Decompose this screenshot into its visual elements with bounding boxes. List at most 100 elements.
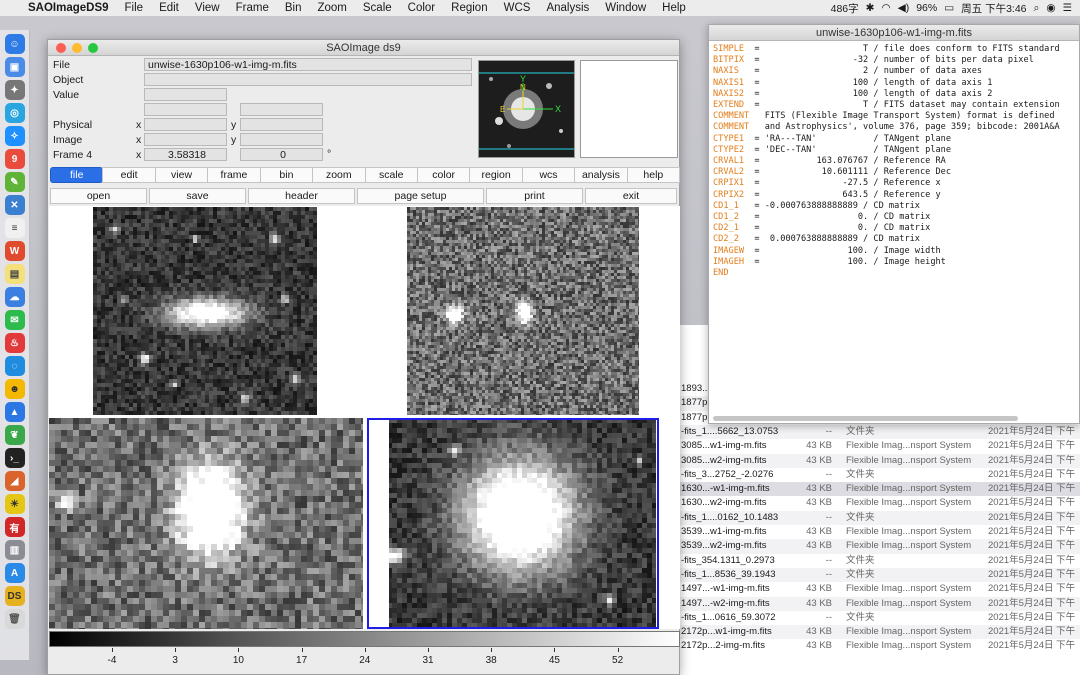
list-item[interactable]: -fits_1...0616_59.3072 -- 文件夹 2021年5月24日 下午 <box>680 611 1080 625</box>
evernote-icon[interactable]: ✎ <box>4 172 25 192</box>
xmind-icon[interactable]: ✕ <box>4 195 25 215</box>
menu-scale[interactable]: Scale <box>355 2 400 14</box>
menu-bin[interactable]: Bin <box>277 2 310 14</box>
safari-icon[interactable]: ✧ <box>4 126 25 146</box>
color-button[interactable]: color <box>416 167 471 183</box>
list-item[interactable]: 1497...-w1-img-m.fits 43 KB Flexible Imag.… <box>680 582 1080 596</box>
print-button[interactable]: print <box>486 188 583 204</box>
list-item[interactable]: 3539...w1-img-m.fits 43 KB Flexible Imag..… <box>680 525 1080 539</box>
menu-wcs[interactable]: WCS <box>496 2 539 14</box>
exit-button[interactable]: exit <box>585 188 677 204</box>
scanner-icon[interactable]: ▥ <box>4 540 25 560</box>
wechat-icon[interactable]: ✉ <box>4 310 25 330</box>
frame-4[interactable] <box>367 418 659 629</box>
frame-3[interactable] <box>49 418 363 629</box>
frame-2[interactable] <box>407 207 639 415</box>
cat-app-icon[interactable]: ☻ <box>4 379 25 399</box>
notes-icon[interactable]: ▤ <box>4 264 25 284</box>
battery-icon[interactable]: ▭ <box>944 2 954 14</box>
matlab-icon[interactable]: ◢ <box>4 471 25 491</box>
menu-color[interactable]: Color <box>400 2 443 14</box>
menu-region[interactable]: Region <box>443 2 495 14</box>
file-kind: Flexible Imag...nsport System <box>846 440 972 452</box>
close-button[interactable] <box>56 43 66 53</box>
list-item[interactable]: 3085...w1-img-m.fits 43 KB Flexible Imag..… <box>680 439 1080 453</box>
bluetooth-icon[interactable]: ✱ <box>866 2 875 14</box>
battery-level[interactable]: 96% <box>916 2 937 14</box>
header-value: = T / FITS dataset may contain extension <box>754 100 1060 111</box>
control-center-icon[interactable]: ☰ <box>1063 2 1072 14</box>
list-item[interactable]: -fits_3...2752_-2.0276 -- 文件夹 2021年5月24日 下午 <box>680 468 1080 482</box>
help-button[interactable]: help <box>626 167 681 183</box>
list-item[interactable]: 1497...-w2-img-m.fits 43 KB Flexible Imag.… <box>680 596 1080 611</box>
analysis-button[interactable]: analysis <box>574 167 628 183</box>
youdao-icon[interactable]: 有 <box>4 517 25 537</box>
zoom-window-button[interactable] <box>88 43 98 53</box>
menu-frame[interactable]: Frame <box>228 2 277 14</box>
list-item[interactable]: 1630...-w1-img-m.fits 43 KB Flexible Imag.… <box>680 482 1080 497</box>
baidu-netdisk-icon[interactable]: ☁ <box>4 287 25 307</box>
siri-icon[interactable]: ◉ <box>1046 2 1055 14</box>
scale-button[interactable]: scale <box>364 167 418 183</box>
ds9-titlebar[interactable]: SAOImage ds9 <box>48 40 679 56</box>
list-item[interactable]: -fits_354.1311_0.2973 -- 文件夹 2021年5月24日 下午 <box>680 554 1080 568</box>
list-item[interactable]: 3539...w2-img-m.fits 43 KB Flexible Imag..… <box>680 539 1080 554</box>
sun-app-icon[interactable]: ☀ <box>4 494 25 514</box>
spotlight-icon[interactable]: ⌕ <box>1034 2 1040 15</box>
preview-icon[interactable]: ▣ <box>4 57 25 77</box>
volume-icon[interactable]: ◀) <box>898 2 910 14</box>
menu-help[interactable]: Help <box>654 2 694 14</box>
list-item[interactable]: 1630...w2-img-m.fits 43 KB Flexible Imag..… <box>680 496 1080 510</box>
mountain-app-icon[interactable]: ▲ <box>4 402 25 422</box>
edit-button[interactable]: edit <box>102 167 156 183</box>
menu-analysis[interactable]: Analysis <box>538 2 597 14</box>
region-button[interactable]: region <box>469 167 523 183</box>
file-button[interactable]: file <box>50 167 104 183</box>
dianping-icon[interactable]: ♨ <box>4 333 25 353</box>
evernote-green-icon[interactable]: ❦ <box>4 425 25 445</box>
list-item[interactable]: -fits_1...8536_39.1943 -- 文件夹 2021年5月24日 下午 <box>680 567 1080 583</box>
panner[interactable]: Y X N E <box>478 60 575 158</box>
list-item[interactable]: 2172p...w1-img-m.fits 43 KB Flexible Imag.… <box>680 625 1080 640</box>
launchpad-icon[interactable]: ✦ <box>4 80 25 100</box>
save-button[interactable]: save <box>149 188 246 204</box>
page-setup-button[interactable]: page setup <box>357 188 484 204</box>
speed-indicator[interactable]: 486字 <box>831 1 859 16</box>
menu-view[interactable]: View <box>187 2 228 14</box>
terminal-icon[interactable]: ›_ <box>4 448 25 468</box>
trash-icon[interactable]: 🗑 <box>4 609 25 629</box>
minimize-button[interactable] <box>72 43 82 53</box>
zoom-button[interactable]: zoom <box>312 167 366 183</box>
frame-button[interactable]: frame <box>207 167 261 183</box>
value-label: Value <box>53 89 80 101</box>
list-item[interactable]: 2172p...2-img-m.fits 43 KB Flexible Imag..… <box>680 639 1080 653</box>
horizontal-scrollbar[interactable] <box>713 416 1018 421</box>
list-item[interactable]: -fits_1....5662_13.0753 -- 文件夹 2021年5月24日 下… <box>680 424 1080 440</box>
chrome-icon[interactable]: ◎ <box>4 103 25 123</box>
script-icon[interactable]: ≡ <box>4 218 25 238</box>
frame-1[interactable] <box>93 207 317 415</box>
colorbar[interactable] <box>49 631 680 647</box>
open-button[interactable]: open <box>50 188 147 204</box>
header-button[interactable]: header <box>248 188 355 204</box>
clock[interactable]: 周五 下午3:46 <box>961 1 1026 16</box>
view-button[interactable]: view <box>154 167 209 183</box>
weibo-icon[interactable]: ◌ <box>4 356 25 376</box>
app-store-icon[interactable]: A <box>4 563 25 583</box>
menu-file[interactable]: File <box>117 2 152 14</box>
list-item[interactable]: 3085...w2-img-m.fits 43 KB Flexible Imag..… <box>680 453 1080 468</box>
wifi-icon[interactable]: ◠ <box>881 2 890 14</box>
ds9-icon[interactable]: DS <box>4 586 25 606</box>
menu-window[interactable]: Window <box>597 2 654 14</box>
finder-icon[interactable]: ☺ <box>4 34 25 54</box>
list-item[interactable]: -fits_1....0162_10.1483 -- 文件夹 2021年5月24日 下… <box>680 510 1080 525</box>
bin-button[interactable]: bin <box>259 167 314 183</box>
menu-edit[interactable]: Edit <box>151 2 187 14</box>
image-canvas[interactable] <box>49 206 680 629</box>
header-window-title[interactable]: unwise-1630p106-w1-img-m.fits <box>709 25 1079 41</box>
wps-icon[interactable]: W <box>4 241 25 261</box>
wcs-button[interactable]: wcs <box>521 167 576 183</box>
app-menu[interactable]: SAOImageDS9 <box>22 2 117 14</box>
calendar-icon[interactable]: 9 <box>4 149 25 169</box>
menu-zoom[interactable]: Zoom <box>309 2 354 14</box>
